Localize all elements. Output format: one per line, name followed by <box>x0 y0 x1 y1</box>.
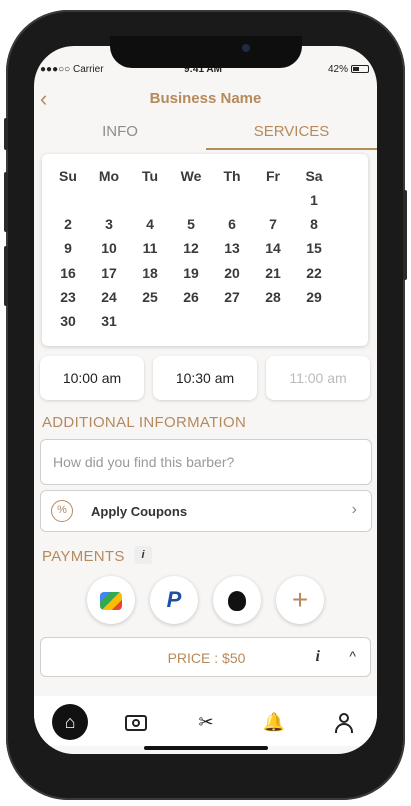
referral-input[interactable]: How did you find this barber? <box>40 439 372 485</box>
battery-icon <box>351 65 369 74</box>
price-label: PRICE : $50 <box>167 650 246 666</box>
paypal-icon: P <box>166 587 182 612</box>
calendar-day[interactable]: 13 <box>212 240 252 256</box>
calendar-day[interactable]: 11 <box>130 240 170 256</box>
weekday-label: Th <box>223 168 241 184</box>
app-header: ‹ Business Name <box>34 84 377 114</box>
apple-pay-button[interactable] <box>213 576 261 624</box>
price-info-icon[interactable]: i <box>316 648 320 666</box>
calendar-day[interactable]: 31 <box>89 313 129 329</box>
calendar-day[interactable]: 22 <box>294 265 334 281</box>
bottom-nav: ⌂ ✂ 🔔 <box>34 696 377 746</box>
tab-info[interactable]: INFO <box>34 120 206 150</box>
plus-icon: + <box>291 584 309 615</box>
calendar-day[interactable]: 7 <box>253 216 293 232</box>
add-payment-button[interactable]: + <box>276 576 324 624</box>
volume-up-button <box>4 172 8 232</box>
calendar-day[interactable]: 15 <box>294 240 334 256</box>
user-icon[interactable] <box>326 704 362 740</box>
weekday-label: Sa <box>305 168 323 184</box>
calendar-day[interactable]: 3 <box>89 216 129 232</box>
time-slot[interactable]: 11:00 am <box>266 356 370 400</box>
home-indicator <box>144 746 268 750</box>
calendar-day[interactable]: 14 <box>253 240 293 256</box>
calendar-day[interactable]: 24 <box>89 289 129 305</box>
additional-info-heading: ADDITIONAL INFORMATION <box>42 414 247 431</box>
calendar-day[interactable]: 27 <box>212 289 252 305</box>
calendar: Su Mo Tu We Th Fr Sa 1 2 3 4 5 6 7 8 9 10 11 12 13 14 15 16 17 1… <box>42 154 368 346</box>
notch <box>110 36 302 68</box>
calendar-day[interactable]: 16 <box>48 265 88 281</box>
calendar-day[interactable]: 8 <box>294 216 334 232</box>
calendar-day[interactable]: 19 <box>171 265 211 281</box>
time-slots: 10:00 am 10:30 am 11:00 am <box>34 356 377 400</box>
calendar-day[interactable]: 5 <box>171 216 211 232</box>
payments-heading: PAYMENTS <box>42 548 125 565</box>
weekday-label: Su <box>59 168 77 184</box>
calendar-day[interactable]: 28 <box>253 289 293 305</box>
calendar-day[interactable]: 6 <box>212 216 252 232</box>
calendar-day[interactable]: 12 <box>171 240 211 256</box>
battery-percent: 42% <box>327 64 348 75</box>
home-icon[interactable]: ⌂ <box>52 704 88 740</box>
coupon-label: Apply Coupons <box>91 504 188 519</box>
time-slot[interactable]: 10:00 am <box>40 356 144 400</box>
weekday-label: Tu <box>141 168 159 184</box>
camera-dot <box>242 44 250 52</box>
weekday-label: Fr <box>266 168 280 184</box>
calendar-day[interactable]: 9 <box>48 240 88 256</box>
bell-icon[interactable]: 🔔 <box>256 704 292 740</box>
weekday-label: We <box>180 168 202 184</box>
calendar-day[interactable]: 4 <box>130 216 170 232</box>
mute-switch <box>4 118 8 150</box>
carrier: ●●●○○ Carrier <box>40 64 104 75</box>
paypal-button[interactable]: P <box>150 576 198 624</box>
calendar-day[interactable]: 17 <box>89 265 129 281</box>
calendar-day[interactable]: 26 <box>171 289 211 305</box>
calendar-day[interactable]: 18 <box>130 265 170 281</box>
calendar-day[interactable]: 30 <box>48 313 88 329</box>
scissors-icon[interactable]: ✂ <box>188 704 224 740</box>
camera-icon[interactable] <box>118 704 154 740</box>
coupon-icon: % <box>51 500 73 522</box>
volume-down-button <box>4 246 8 306</box>
apply-coupons-button[interactable]: % Apply Coupons › <box>40 490 372 532</box>
price-bar[interactable]: PRICE : $50 i ^ <box>40 637 371 677</box>
weekday-label: Mo <box>98 168 120 184</box>
calendar-day[interactable]: 23 <box>48 289 88 305</box>
google-pay-button[interactable] <box>87 576 135 624</box>
chevron-right-icon: › <box>351 501 357 518</box>
google-pay-icon <box>100 591 122 610</box>
time-slot[interactable]: 10:30 am <box>153 356 257 400</box>
tab-bar: INFO SERVICES <box>34 120 377 150</box>
battery-status: 42% <box>328 64 369 75</box>
calendar-day[interactable]: 25 <box>130 289 170 305</box>
calendar-day[interactable]: 20 <box>212 265 252 281</box>
tab-services[interactable]: SERVICES <box>206 120 377 150</box>
page-title: Business Name <box>149 90 262 107</box>
payments-info-icon[interactable]: i <box>134 546 152 564</box>
calendar-day[interactable]: 2 <box>48 216 88 232</box>
app-screen: ●●●○○ Carrier 9:41 AM 42% ‹ Business Nam… <box>34 46 377 754</box>
calendar-day[interactable]: 1 <box>294 192 334 208</box>
calendar-day[interactable]: 21 <box>253 265 293 281</box>
apple-icon <box>228 590 246 611</box>
calendar-day[interactable]: 10 <box>89 240 129 256</box>
chevron-up-icon[interactable]: ^ <box>349 648 356 664</box>
calendar-day[interactable]: 29 <box>294 289 334 305</box>
power-button <box>403 190 407 280</box>
